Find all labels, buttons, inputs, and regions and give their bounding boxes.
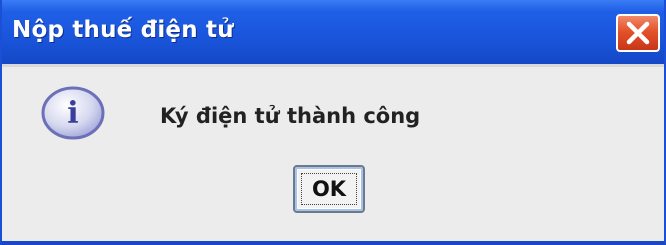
- ok-button[interactable]: OK: [293, 165, 365, 213]
- dialog-message: Ký điện tử thành công: [160, 104, 421, 128]
- info-icon: i: [40, 84, 106, 142]
- title-bar[interactable]: Nộp thuế điện tử: [2, 0, 664, 64]
- title-bar-divider: [2, 64, 664, 67]
- close-icon: [626, 21, 650, 45]
- info-glyph: i: [67, 96, 78, 131]
- message-dialog: Nộp thuế điện tử i Ký điện tử thành công…: [0, 0, 666, 245]
- window-title: Nộp thuế điện tử: [12, 17, 234, 43]
- ok-button-label: OK: [301, 173, 357, 205]
- close-button[interactable]: [616, 14, 660, 52]
